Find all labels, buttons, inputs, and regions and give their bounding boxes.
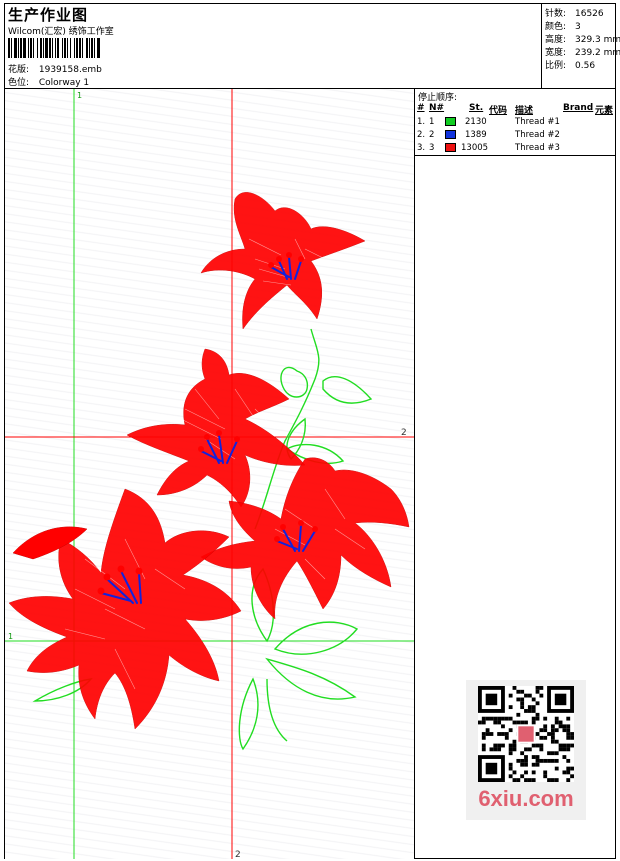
colorway-value: Colorway 1	[38, 78, 90, 88]
stitches-row: 针数: 16526	[545, 6, 604, 19]
colorway-row: 色位: Colorway 1	[8, 75, 89, 88]
width-row: 宽度: 239.2 mm	[545, 45, 620, 58]
thread-color-swatch	[445, 130, 456, 139]
guide-label-bottom: 2	[235, 850, 241, 859]
barcode-bar	[100, 38, 101, 58]
thread-row: 3. 3 13005 Thread #3	[415, 143, 615, 155]
width-value: 239.2 mm	[575, 48, 620, 58]
row-num: 1.	[417, 117, 426, 127]
stop-sequence-title: 停止顺序:	[418, 93, 458, 103]
colors-value: 3	[575, 22, 581, 32]
design-file-label: 花版:	[8, 65, 30, 75]
col-brand: Brand	[563, 103, 594, 113]
watermark: 6xiu.com	[466, 680, 586, 820]
header-info: 生产作业图 Wilcom(汇宏) 绣饰工作室 花版: 1939158.emb 色…	[5, 4, 542, 88]
row-desc: Thread #2	[515, 130, 560, 140]
thread-row: 2. 2 1389 Thread #2	[415, 130, 615, 142]
stitches-value: 16526	[575, 9, 604, 19]
height-row: 高度: 329.3 mm	[545, 32, 620, 45]
row-n: 3	[429, 143, 435, 153]
col-n: N#	[429, 103, 445, 113]
height-label: 高度:	[545, 35, 567, 45]
col-st: St.	[469, 103, 484, 113]
colorway-label: 色位:	[8, 78, 30, 88]
studio-name: Wilcom(汇宏) 绣饰工作室	[8, 27, 114, 37]
embroidery-design: 1 2 2 1	[5, 89, 414, 859]
col-code: 代码	[489, 106, 508, 116]
stitches-label: 针数:	[545, 9, 567, 19]
stats-box: 针数: 16526 颜色: 3 高度: 329.3 mm 宽度: 239.2 mm 比例…	[542, 4, 620, 88]
design-file-value: 1939158.emb	[38, 65, 102, 75]
row-desc: Thread #3	[515, 143, 560, 153]
sheet-title: 生产作业图	[8, 6, 89, 24]
row-desc: Thread #1	[515, 117, 560, 127]
guide-label-top: 1	[77, 91, 82, 100]
watermark-text: 6xiu.com	[478, 786, 574, 811]
row-num: 3.	[417, 143, 426, 153]
row-code: 2130	[465, 117, 487, 127]
guide-label-left: 1	[8, 632, 13, 641]
row-code: 13005	[461, 143, 489, 153]
row-n: 2	[429, 130, 435, 140]
qr-code	[478, 686, 574, 782]
thread-color-swatch	[445, 117, 456, 126]
colors-label: 颜色:	[545, 22, 567, 32]
col-element: 元素	[595, 106, 614, 116]
thread-color-swatch	[445, 143, 456, 152]
row-n: 1	[429, 117, 435, 127]
colors-row: 颜色: 3	[545, 19, 581, 32]
row-num: 2.	[417, 130, 426, 140]
barcode	[8, 38, 143, 58]
lily-flowers	[8, 192, 410, 730]
scale-label: 比例:	[545, 61, 567, 71]
thread-row: 1. 1 2130 Thread #1	[415, 117, 615, 129]
col-desc: 描述	[515, 106, 534, 116]
design-file-row: 花版: 1939158.emb	[8, 62, 102, 75]
scale-value: 0.56	[575, 61, 596, 71]
height-value: 329.3 mm	[575, 35, 620, 45]
scale-row: 比例: 0.56	[545, 58, 595, 71]
col-num: #	[417, 103, 425, 113]
stop-sequence-table: 停止顺序: # N# St. 代码 描述 Brand 元素 1. 1 2130 …	[415, 89, 616, 156]
row-code: 1389	[465, 130, 487, 140]
design-preview: 1 2 2 1	[5, 89, 414, 859]
guide-label-right: 2	[401, 428, 407, 438]
width-label: 宽度:	[545, 48, 567, 58]
